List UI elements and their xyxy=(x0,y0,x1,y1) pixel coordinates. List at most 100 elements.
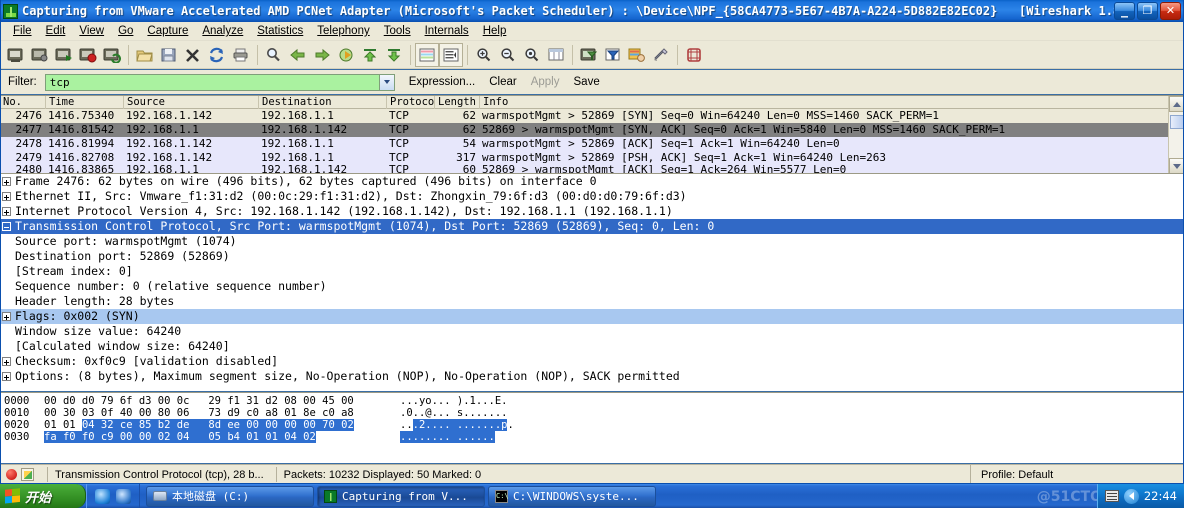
menu-capture[interactable]: Capture xyxy=(140,24,195,38)
restart-capture-icon[interactable] xyxy=(100,43,124,67)
show-hidden-icons-icon[interactable] xyxy=(1123,488,1139,504)
start-button[interactable]: 开始 xyxy=(0,484,86,508)
column-header-source[interactable]: Source xyxy=(124,96,259,109)
taskbar-item-command-prompt[interactable]: C:\ C:\WINDOWS\syste... xyxy=(488,485,656,507)
toolbar-separator xyxy=(128,44,129,65)
stop-capture-icon[interactable] xyxy=(76,43,100,67)
capture-active-icon[interactable] xyxy=(6,469,17,480)
display-filters-icon[interactable] xyxy=(601,43,625,67)
apply-filter-button[interactable]: Apply xyxy=(531,76,560,88)
go-first-packet-icon[interactable] xyxy=(358,43,382,67)
network-tray-icon[interactable] xyxy=(1104,490,1119,502)
find-packet-icon[interactable] xyxy=(262,43,286,67)
taskbar-item-local-disk[interactable]: 本地磁盘 (C:) xyxy=(146,485,314,507)
coloring-rules-icon[interactable] xyxy=(625,43,649,67)
expander-icon[interactable] xyxy=(2,192,11,201)
detail-row-window-size-value[interactable]: Window size value: 64240 xyxy=(0,324,1184,339)
maximize-button[interactable]: ❐ xyxy=(1137,2,1158,20)
detail-row-ip[interactable]: Internet Protocol Version 4, Src: 192.16… xyxy=(0,204,1184,219)
detail-row-tcp[interactable]: Transmission Control Protocol, Src Port:… xyxy=(0,219,1184,234)
menu-edit[interactable]: Edit xyxy=(39,24,73,38)
column-header-time[interactable]: Time xyxy=(46,96,124,109)
cell-time: 1416.82708 xyxy=(48,151,115,164)
menu-telephony[interactable]: Telephony xyxy=(310,24,376,38)
column-header-info[interactable]: Info xyxy=(480,96,1170,109)
table-row[interactable]: 2476 1416.75340 192.168.1.142 192.168.1.… xyxy=(0,109,1184,123)
detail-row-header-length[interactable]: Header length: 28 bytes xyxy=(0,294,1184,309)
detail-row-source-port[interactable]: Source port: warmspotMgmt (1074) xyxy=(0,234,1184,249)
expander-icon[interactable] xyxy=(2,372,11,381)
auto-scroll-icon[interactable] xyxy=(439,42,463,67)
column-header-destination[interactable]: Destination xyxy=(259,96,387,109)
go-forward-icon[interactable] xyxy=(310,43,334,67)
taskbar-item-wireshark[interactable]: Capturing from V... xyxy=(317,485,485,507)
internet-explorer-icon[interactable] xyxy=(95,488,110,504)
column-header-no[interactable]: No. xyxy=(0,96,46,109)
expander-icon[interactable] xyxy=(2,357,11,366)
filter-input[interactable]: tcp xyxy=(44,73,395,91)
expander-icon[interactable] xyxy=(2,312,11,321)
go-back-icon[interactable] xyxy=(286,43,310,67)
start-capture-icon[interactable] xyxy=(52,43,76,67)
column-header-length[interactable]: Length xyxy=(435,96,480,109)
expander-icon[interactable] xyxy=(2,207,11,216)
capture-options-icon[interactable] xyxy=(28,43,52,67)
capture-filters-icon[interactable] xyxy=(577,43,601,67)
scroll-up-icon[interactable] xyxy=(1169,96,1184,112)
expert-info-icon[interactable] xyxy=(21,468,34,481)
scrollbar-thumb[interactable] xyxy=(1170,115,1184,129)
cell-info: 52869 > warmspotMgmt [SYN, ACK] Seq=0 Ac… xyxy=(482,123,1006,136)
table-row[interactable]: 2478 1416.81994 192.168.1.142 192.168.1.… xyxy=(0,137,1184,151)
detail-row-dest-port[interactable]: Destination port: 52869 (52869) xyxy=(0,249,1184,264)
packet-list-scrollbar[interactable] xyxy=(1168,96,1184,174)
table-row[interactable]: 2477 1416.81542 192.168.1.1 192.168.1.14… xyxy=(0,123,1184,137)
detail-row-frame[interactable]: Frame 2476: 62 bytes on wire (496 bits),… xyxy=(0,174,1184,189)
table-row[interactable]: 2479 1416.82708 192.168.1.142 192.168.1.… xyxy=(0,151,1184,165)
preferences-icon[interactable] xyxy=(649,43,673,67)
zoom-out-icon[interactable] xyxy=(496,43,520,67)
expander-icon[interactable] xyxy=(2,177,11,186)
menu-internals[interactable]: Internals xyxy=(418,24,476,38)
menu-analyze[interactable]: Analyze xyxy=(195,24,250,38)
minimize-button[interactable]: _ xyxy=(1114,2,1135,20)
menu-go[interactable]: Go xyxy=(111,24,140,38)
zoom-in-icon[interactable] xyxy=(472,43,496,67)
save-file-icon[interactable] xyxy=(157,43,181,67)
detail-row-sequence-number[interactable]: Sequence number: 0 (relative sequence nu… xyxy=(0,279,1184,294)
detail-row-flags[interactable]: Flags: 0x002 (SYN) xyxy=(0,309,1184,324)
detail-row-stream-index[interactable]: [Stream index: 0] xyxy=(0,264,1184,279)
reload-icon[interactable] xyxy=(205,43,229,67)
menu-help[interactable]: Help xyxy=(476,24,514,38)
chevron-down-icon[interactable] xyxy=(378,74,394,90)
detail-row-options[interactable]: Options: (8 bytes), Maximum segment size… xyxy=(0,369,1184,384)
quick-launch-app-icon[interactable] xyxy=(116,488,131,504)
detail-row-calculated-window-size[interactable]: [Calculated window size: 64240] xyxy=(0,339,1184,354)
open-file-icon[interactable] xyxy=(133,43,157,67)
list-interfaces-icon[interactable] xyxy=(4,43,28,67)
zoom-reset-icon[interactable] xyxy=(520,43,544,67)
resize-columns-icon[interactable] xyxy=(544,43,568,67)
print-icon[interactable] xyxy=(229,43,253,67)
status-profile[interactable]: Profile: Default xyxy=(970,465,1184,484)
scroll-down-icon[interactable] xyxy=(1169,158,1184,174)
title-bar: Capturing from VMware Accelerated AMD PC… xyxy=(0,0,1184,22)
menu-file[interactable]: File xyxy=(6,24,39,38)
column-header-protocol[interactable]: Protocol xyxy=(387,96,435,109)
colorize-icon[interactable] xyxy=(415,42,439,67)
save-filter-button[interactable]: Save xyxy=(574,76,600,88)
close-button[interactable]: ✕ xyxy=(1160,2,1181,20)
packet-bytes-pane[interactable]: 0000 00 d0 d0 79 6f d3 00 0c 29 f1 31 d2… xyxy=(0,392,1184,463)
clear-filter-button[interactable]: Clear xyxy=(489,76,516,88)
close-file-icon[interactable] xyxy=(181,43,205,67)
detail-row-checksum[interactable]: Checksum: 0xf0c9 [validation disabled] xyxy=(0,354,1184,369)
go-last-packet-icon[interactable] xyxy=(382,43,406,67)
help-contents-icon[interactable] xyxy=(682,43,706,67)
collapse-icon[interactable] xyxy=(2,222,11,231)
menu-tools[interactable]: Tools xyxy=(377,24,418,38)
detail-row-ethernet[interactable]: Ethernet II, Src: Vmware_f1:31:d2 (00:0c… xyxy=(0,189,1184,204)
clock[interactable]: 22:44 xyxy=(1144,489,1177,503)
go-to-packet-icon[interactable] xyxy=(334,43,358,67)
menu-statistics[interactable]: Statistics xyxy=(250,24,310,38)
menu-view[interactable]: View xyxy=(72,24,111,38)
expression-button[interactable]: Expression... xyxy=(409,76,475,88)
